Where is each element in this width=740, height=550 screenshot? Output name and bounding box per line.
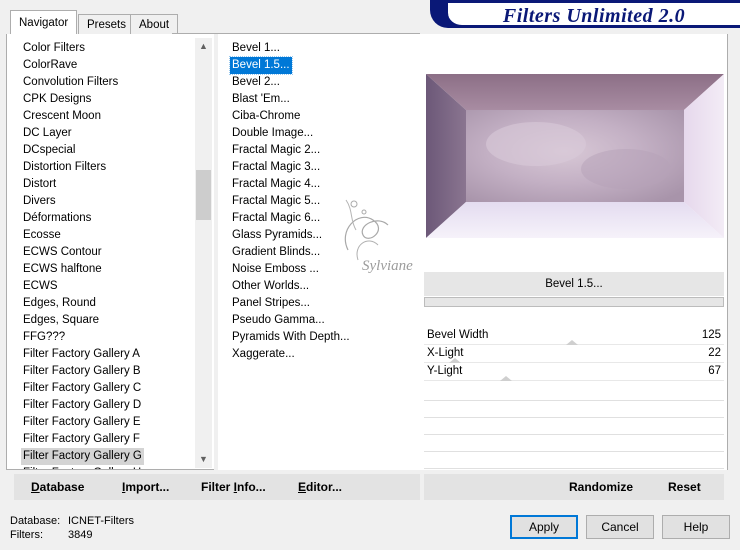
progress-bar: [424, 297, 724, 307]
category-item[interactable]: ECWS Contour: [23, 244, 102, 261]
filter-item[interactable]: Pyramids With Depth...: [230, 329, 352, 346]
cancel-button[interactable]: Cancel: [586, 515, 654, 539]
empty-parameter-row: [424, 434, 724, 435]
filter-item[interactable]: Blast 'Em...: [230, 91, 292, 108]
category-item[interactable]: CPK Designs: [23, 91, 91, 108]
category-item[interactable]: Divers: [23, 193, 56, 210]
database-value: ICNET-Filters: [68, 515, 134, 527]
filters-count-value: 3849: [68, 529, 93, 541]
database-label: Database:: [10, 515, 61, 527]
category-scrollbar[interactable]: ▲ ▼: [195, 38, 212, 468]
empty-parameter-row: [424, 417, 724, 418]
category-item[interactable]: Filter Factory Gallery A: [23, 346, 140, 363]
filter-item[interactable]: Bevel 1.5...: [229, 56, 293, 75]
tab-navigator[interactable]: Navigator: [10, 10, 78, 34]
category-item[interactable]: Déformations: [23, 210, 91, 227]
category-item[interactable]: Filter Factory Gallery E: [23, 414, 141, 431]
filter-item[interactable]: Xaggerate...: [230, 346, 297, 363]
filters-count-label: Filters:: [10, 529, 43, 541]
category-item[interactable]: Distortion Filters: [23, 159, 106, 176]
filter-item[interactable]: Other Worlds...: [230, 278, 311, 295]
empty-parameter-row: [424, 400, 724, 401]
category-item[interactable]: DC Layer: [23, 125, 72, 142]
filter-item[interactable]: Fractal Magic 5...: [230, 193, 322, 210]
filter-item[interactable]: Panel Stripes...: [230, 295, 312, 312]
filter-item[interactable]: Double Image...: [230, 125, 315, 142]
filter-info-button[interactable]: Filter Info...: [201, 480, 266, 494]
category-item[interactable]: Filter Factory Gallery H: [23, 465, 141, 469]
tab-presets[interactable]: Presets: [78, 14, 135, 34]
category-item[interactable]: Ecosse: [23, 227, 61, 244]
slider-thumb-icon[interactable]: [500, 376, 513, 381]
parameter-list: Bevel Width 125 X-Light 22 Y-Light 67: [424, 328, 724, 470]
category-item[interactable]: ECWS: [23, 278, 58, 295]
category-item[interactable]: Convolution Filters: [23, 74, 118, 91]
category-item[interactable]: Color Filters: [23, 40, 85, 57]
parameter-value: 67: [708, 365, 721, 377]
category-item[interactable]: FFG???: [23, 329, 65, 346]
parameter-value: 125: [701, 329, 721, 341]
filter-item[interactable]: Glass Pyramids...: [230, 227, 324, 244]
reset-button[interactable]: Reset: [668, 480, 701, 494]
filter-item[interactable]: Ciba-Chrome: [230, 108, 302, 125]
category-item[interactable]: Filter Factory Gallery G: [21, 448, 144, 465]
category-item[interactable]: Edges, Round: [23, 295, 96, 312]
empty-parameter-row: [424, 451, 724, 452]
current-filter-name: Bevel 1.5...: [424, 272, 724, 296]
parameter-label: Bevel Width: [427, 329, 489, 341]
database-button[interactable]: Database: [31, 480, 84, 494]
filter-item[interactable]: Fractal Magic 2...: [230, 142, 322, 159]
right-button-bar: Randomize Reset: [424, 474, 724, 500]
scroll-thumb[interactable]: [196, 170, 211, 220]
title-banner: Filters Unlimited 2.0: [430, 0, 740, 28]
tab-about[interactable]: About: [130, 14, 179, 34]
filter-item[interactable]: Gradient Blinds...: [230, 244, 322, 261]
filter-item[interactable]: Pseudo Gamma...: [230, 312, 327, 329]
watermark-text: Sylviane: [362, 258, 413, 274]
category-item[interactable]: Filter Factory Gallery D: [23, 397, 141, 414]
category-item[interactable]: Distort: [23, 176, 56, 193]
filter-item[interactable]: Fractal Magic 3...: [230, 159, 322, 176]
app-title: Filters Unlimited 2.0: [502, 5, 686, 27]
filter-item[interactable]: Fractal Magic 4...: [230, 176, 322, 193]
parameter-value: 22: [708, 347, 721, 359]
category-list[interactable]: Color Filters ColorRave Convolution Filter…: [6, 34, 214, 470]
empty-parameter-row: [424, 468, 724, 469]
parameter-slider[interactable]: Bevel Width 125: [424, 328, 724, 345]
category-item[interactable]: DCspecial: [23, 142, 75, 159]
editor-button[interactable]: Editor...: [298, 480, 342, 494]
filter-item[interactable]: Bevel 2...: [230, 74, 282, 91]
randomize-button[interactable]: Randomize: [569, 480, 633, 494]
category-item[interactable]: Edges, Square: [23, 312, 99, 329]
parameter-slider[interactable]: Y-Light 67: [424, 364, 724, 381]
scroll-up-icon[interactable]: ▲: [195, 38, 212, 55]
filter-item[interactable]: Fractal Magic 6...: [230, 210, 322, 227]
slider-thumb-icon[interactable]: [566, 340, 579, 345]
category-item[interactable]: ECWS halftone: [23, 261, 102, 278]
filter-item[interactable]: Noise Emboss ...: [230, 261, 321, 278]
import-button[interactable]: Import...: [122, 480, 169, 494]
preview-image: [426, 74, 724, 238]
left-button-bar: Database Import... Filter Info... Editor…: [14, 474, 420, 500]
parameter-slider[interactable]: X-Light 22: [424, 346, 724, 363]
apply-button[interactable]: Apply: [510, 515, 578, 539]
help-button[interactable]: Help: [662, 515, 730, 539]
slider-thumb-icon[interactable]: [448, 358, 461, 363]
category-item[interactable]: Filter Factory Gallery F: [23, 431, 140, 448]
filter-item[interactable]: Bevel 1...: [230, 40, 282, 57]
parameter-label: Y-Light: [427, 365, 463, 377]
category-item[interactable]: Filter Factory Gallery C: [23, 380, 141, 397]
category-item[interactable]: Filter Factory Gallery B: [23, 363, 141, 380]
scroll-down-icon[interactable]: ▼: [195, 451, 212, 468]
category-item[interactable]: ColorRave: [23, 57, 77, 74]
category-item[interactable]: Crescent Moon: [23, 108, 101, 125]
